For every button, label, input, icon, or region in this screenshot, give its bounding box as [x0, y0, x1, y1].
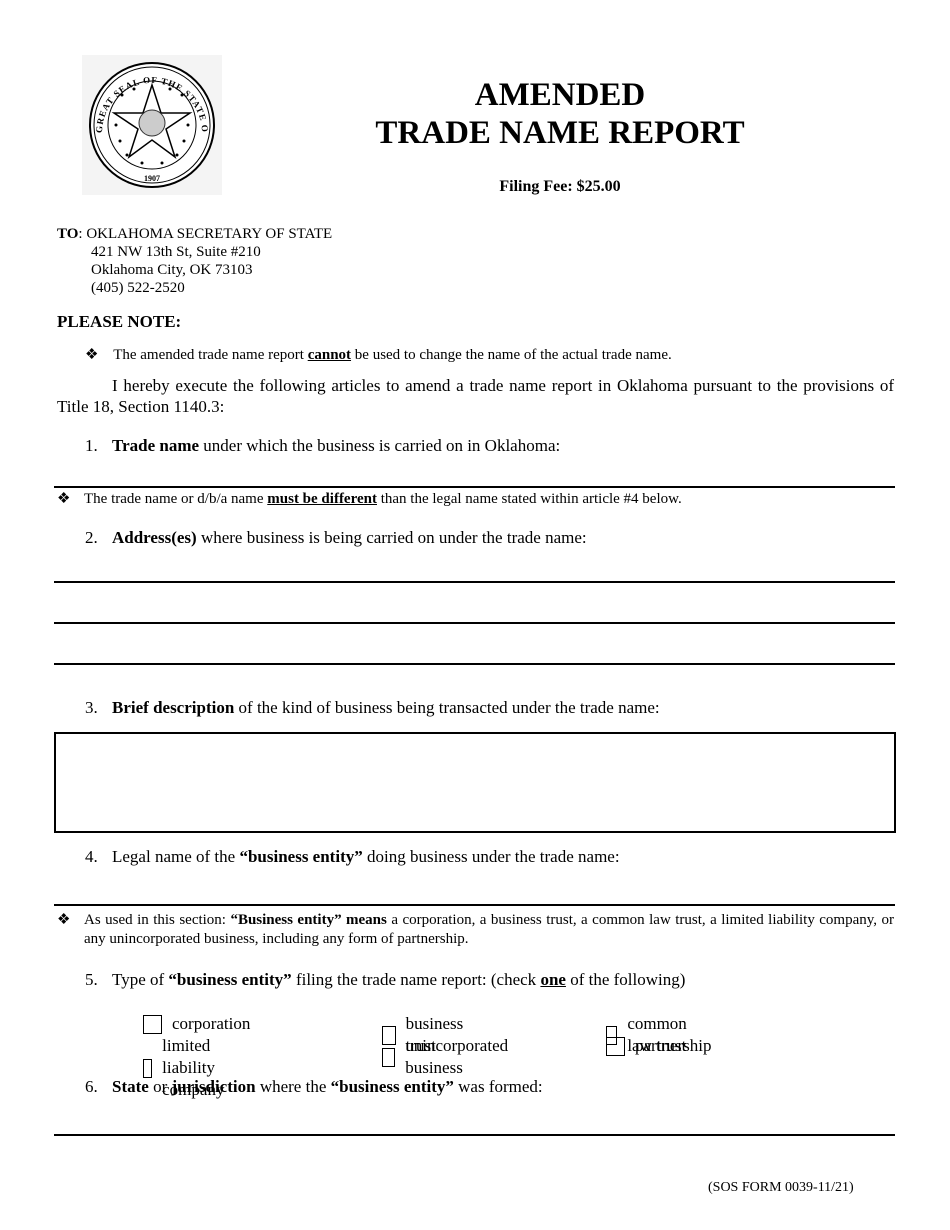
business-entity-definition: ❖ As used in this section: “Business ent… — [57, 912, 894, 947]
address-field-line-2[interactable] — [54, 622, 895, 624]
recipient-name: : OKLAHOMA SECRETARY OF STATE — [78, 226, 333, 242]
checkbox-corporation[interactable]: corporation — [143, 1013, 250, 1035]
item-1-label: 1. Trade name under which the business is… — [85, 436, 561, 455]
seal-year: 1907 — [144, 174, 160, 183]
recipient-address-block: TO: OKLAHOMA SECRETARY OF STATE 421 NW 1… — [57, 225, 332, 297]
phone-number: (405) 522-2520 — [91, 280, 185, 296]
checkbox-square-icon[interactable] — [382, 1047, 396, 1067]
please-note-heading: PLEASE NOTE: — [57, 312, 182, 331]
item-3-label: 3. Brief description of the kind of busin… — [85, 698, 660, 717]
address-line-2: Oklahoma City, OK 73103 — [91, 262, 253, 278]
checkbox-partnership[interactable]: partnership — [606, 1035, 711, 1057]
checkbox-square-icon[interactable] — [143, 1014, 162, 1034]
item-4-label: 4. Legal name of the “business entity” do… — [85, 847, 620, 866]
oklahoma-state-seal: GREAT SEAL OF THE STATE OF OKLAHOMA 1907 — [77, 47, 222, 195]
address-field-line-1[interactable] — [54, 581, 895, 583]
form-number: (SOS FORM 0039-11/21) — [708, 1180, 854, 1195]
diamond-bullet-icon: ❖ — [57, 912, 71, 928]
trade-name-note: ❖ The trade name or d/b/a name must be d… — [57, 491, 682, 507]
item-5-label: 5. Type of “business entity” filing the t… — [85, 970, 686, 989]
intro-paragraph: I hereby execute the following articles … — [57, 376, 894, 416]
title-line-1: AMENDED — [474, 77, 646, 113]
checkbox-square-icon[interactable] — [143, 1058, 153, 1078]
trade-name-field[interactable] — [54, 486, 895, 488]
diamond-bullet-icon: ❖ — [57, 491, 71, 507]
checkbox-square-icon[interactable] — [606, 1036, 625, 1056]
legal-name-field[interactable] — [54, 904, 895, 906]
to-label: TO — [57, 226, 79, 242]
item-6-label: 6. State or jurisdiction where the “busin… — [85, 1077, 543, 1096]
please-note-bullet: ❖ The amended trade name report cannot b… — [85, 347, 672, 363]
address-line-1: 421 NW 13th St, Suite #210 — [91, 244, 261, 260]
item-2-label: 2. Address(es) where business is being ca… — [85, 528, 587, 547]
filing-fee: Filing Fee: $25.00 — [499, 178, 621, 195]
cannot-emphasis: cannot — [307, 347, 352, 363]
checkbox-unincorporated-business[interactable]: unincorporated business — [382, 1035, 514, 1079]
state-jurisdiction-field[interactable] — [54, 1134, 895, 1136]
title-line-2: TRADE NAME REPORT — [375, 115, 745, 151]
address-field-line-3[interactable] — [54, 663, 895, 665]
page-title: AMENDED TRADE NAME REPORT — [360, 76, 760, 152]
description-textarea[interactable] — [54, 732, 896, 833]
diamond-bullet-icon: ❖ — [85, 347, 99, 363]
